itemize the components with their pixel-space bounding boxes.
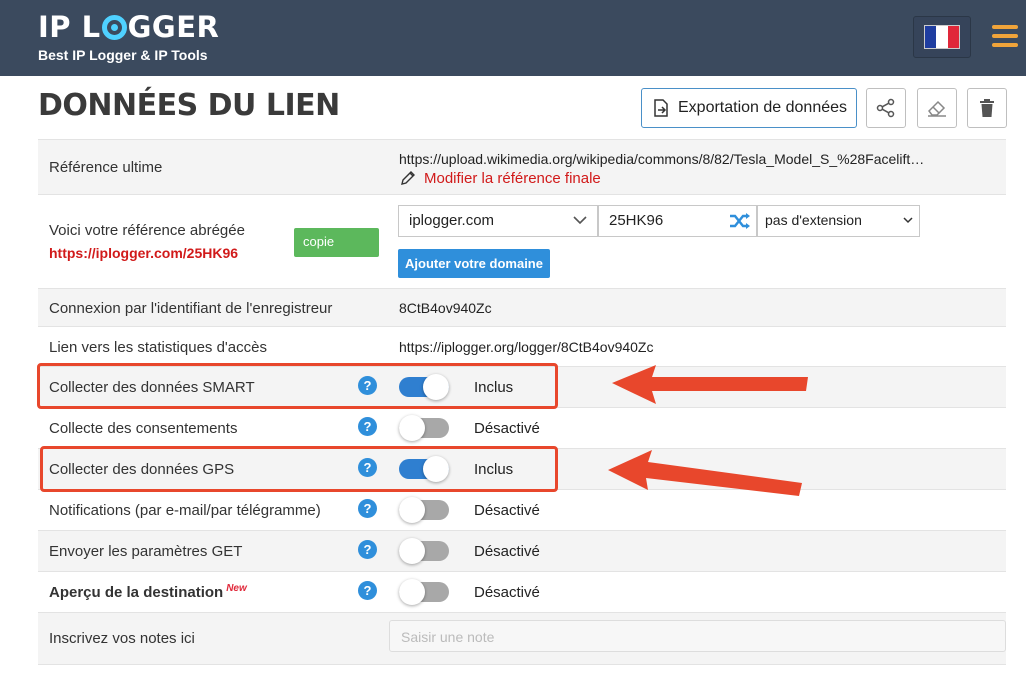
extension-select-value: pas d'extension — [765, 212, 862, 228]
export-icon — [654, 99, 668, 117]
annotation-arrows — [608, 365, 808, 496]
stats-link-row: Lien vers les statistiques d'accès https… — [38, 327, 1006, 367]
help-icon[interactable]: ? — [358, 540, 377, 559]
toggle-row-get-params: Envoyer les paramètres GET ? Désactivé — [38, 531, 1006, 572]
pencil-icon — [401, 171, 415, 185]
add-domain-button[interactable]: Ajouter votre domaine — [398, 249, 550, 278]
arrow-smart-icon — [612, 365, 808, 404]
chevron-down-icon — [573, 216, 587, 225]
top-bar: IP L GGER Best IP Logger & IP Tools — [0, 0, 1026, 76]
share-button[interactable] — [866, 88, 906, 128]
code-input[interactable]: 25HK96 — [598, 205, 757, 237]
arrow-gps-icon — [608, 450, 802, 496]
logo-text-left: IP L — [38, 10, 101, 44]
trash-icon — [980, 99, 994, 117]
hamburger-menu-icon[interactable] — [992, 25, 1018, 49]
tagline: Best IP Logger & IP Tools — [38, 47, 208, 63]
notes-label: Inscrivez vos notes ici — [49, 630, 195, 647]
get-params-toggle[interactable] — [399, 538, 449, 564]
logger-id-row: Connexion par l'identifiant de l'enregis… — [38, 289, 1006, 327]
reference-row: Référence ultime https://upload.wikimedi… — [38, 139, 1006, 195]
logo-text-right: GGER — [127, 10, 220, 44]
stats-link-value[interactable]: https://iplogger.org/logger/8CtB4ov940Zc — [399, 339, 654, 355]
delete-button[interactable] — [967, 88, 1007, 128]
edit-reference-link[interactable]: Modifier la référence finale — [399, 169, 601, 187]
preview-label: Aperçu de la destination — [49, 584, 224, 601]
help-icon[interactable]: ? — [358, 581, 377, 600]
toggle-row-consent: Collecte des consentements ? Désactivé — [38, 408, 1006, 449]
new-badge: New — [226, 583, 247, 594]
logger-id-label: Connexion par l'identifiant de l'enregis… — [49, 300, 333, 317]
eraser-button[interactable] — [917, 88, 957, 128]
notes-row: Inscrivez vos notes ici Saisir une note — [38, 613, 1006, 665]
toggle-row-notifications: Notifications (par e-mail/par télégramme… — [38, 490, 1006, 531]
share-icon — [876, 98, 895, 118]
gps-highlight-box — [40, 446, 558, 492]
stats-link-label: Lien vers les statistiques d'accès — [49, 339, 267, 356]
smart-highlight-box — [37, 363, 558, 409]
logger-id-value[interactable]: 8CtB4ov940Zc — [399, 300, 492, 316]
france-flag-icon — [924, 25, 960, 49]
logo-eye-icon — [101, 15, 127, 40]
short-link-url[interactable]: https://iplogger.com/25HK96 — [49, 245, 238, 261]
domain-select-value: iplogger.com — [409, 212, 495, 229]
export-button-label: Exportation de données — [678, 99, 848, 116]
language-selector[interactable] — [913, 16, 971, 58]
toggle-label: Aperçu de la destination New — [49, 583, 247, 601]
export-data-button[interactable]: Exportation de données — [641, 88, 857, 128]
consent-toggle[interactable] — [399, 415, 449, 441]
toggle-label: Collecte des consentements — [49, 420, 238, 437]
chevron-down-icon — [903, 217, 913, 224]
toggle-state: Désactivé — [474, 502, 540, 519]
notifications-toggle[interactable] — [399, 497, 449, 523]
code-input-value: 25HK96 — [609, 212, 664, 229]
extension-select[interactable]: pas d'extension — [757, 205, 920, 237]
reference-label: Référence ultime — [49, 159, 163, 176]
shuffle-icon[interactable] — [728, 211, 752, 231]
short-link-label: Voici votre référence abrégée — [49, 222, 245, 239]
domain-select[interactable]: iplogger.com — [398, 205, 598, 237]
page-title: DONNÉES DU LIEN — [38, 88, 340, 123]
help-icon[interactable]: ? — [358, 417, 377, 436]
help-icon[interactable]: ? — [358, 499, 377, 518]
toggle-row-preview: Aperçu de la destination New ? Désactivé — [38, 572, 1006, 613]
toggle-state: Désactivé — [474, 543, 540, 560]
toggle-label: Notifications (par e-mail/par télégramme… — [49, 502, 321, 519]
note-input[interactable]: Saisir une note — [389, 620, 1006, 652]
toggle-state: Désactivé — [474, 584, 540, 601]
destination-preview-toggle[interactable] — [399, 579, 449, 605]
reference-url[interactable]: https://upload.wikimedia.org/wikipedia/c… — [399, 151, 989, 167]
toggle-label: Envoyer les paramètres GET — [49, 543, 243, 560]
short-link-row: Voici votre référence abrégée https://ip… — [38, 195, 1006, 289]
copy-button[interactable]: copie — [294, 228, 379, 257]
toggle-state: Désactivé — [474, 420, 540, 437]
eraser-icon — [928, 100, 946, 117]
logo[interactable]: IP L GGER — [38, 10, 219, 44]
edit-reference-label: Modifier la référence finale — [424, 169, 601, 187]
